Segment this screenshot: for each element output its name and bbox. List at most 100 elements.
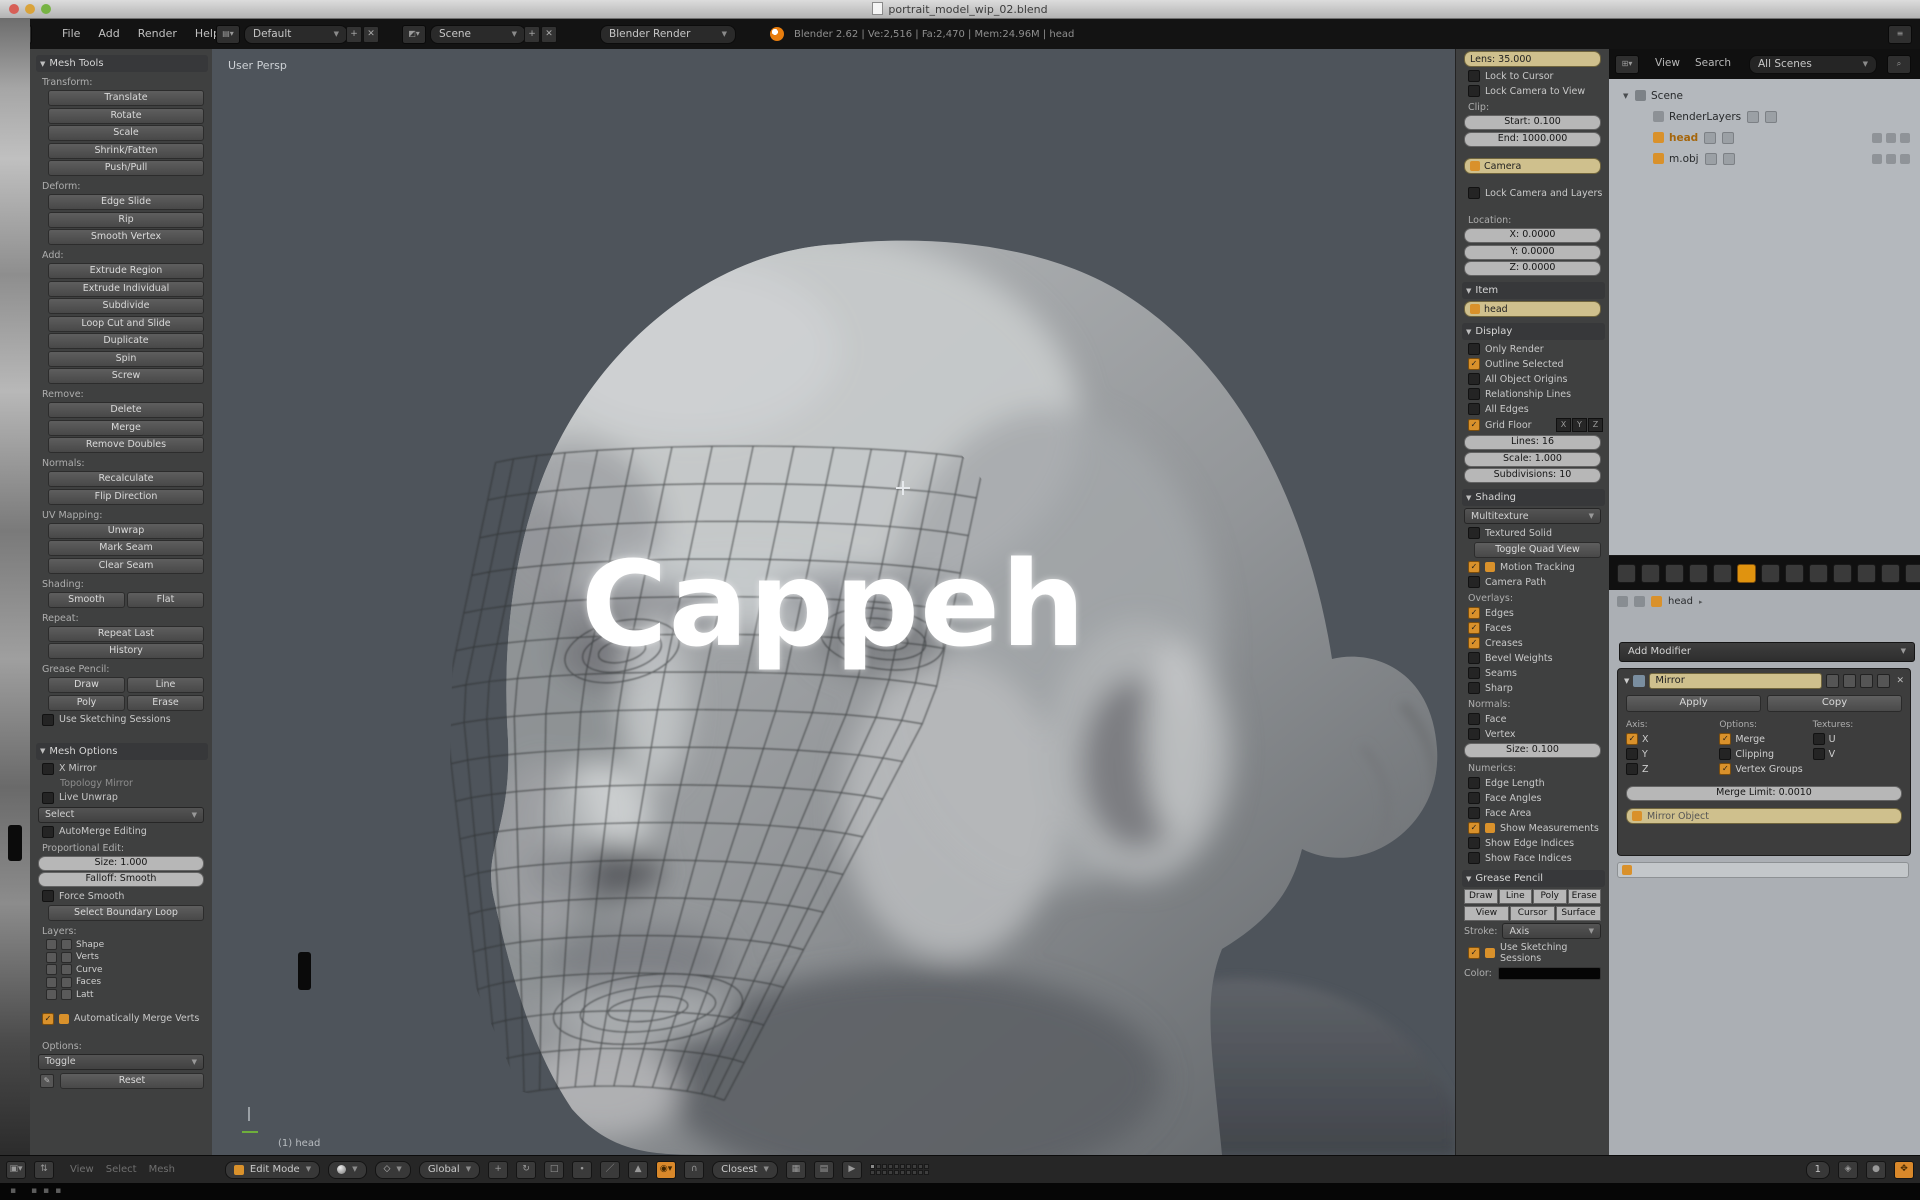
toolshelf-iconchk-automatically-merge-verts[interactable]: ✓Automatically Merge Verts xyxy=(42,1013,206,1025)
checkbox[interactable] xyxy=(1813,733,1825,745)
npanel-chk-face-angles[interactable]: Face Angles xyxy=(1468,792,1603,804)
layer-toggle[interactable] xyxy=(888,1164,893,1169)
layer-toggle[interactable] xyxy=(888,1170,893,1175)
npanel-chk-vertex[interactable]: Vertex xyxy=(1468,728,1603,740)
toolshelf-iconlist-verts[interactable]: Verts xyxy=(46,952,206,963)
outliner-search-menu[interactable]: Search xyxy=(1695,57,1731,69)
npanel-field-z-0-0000[interactable]: Z: 0.0000 xyxy=(1464,261,1601,276)
tab-object[interactable] xyxy=(1689,564,1708,583)
toolshelf-drop-toggle[interactable]: Toggle▼ xyxy=(38,1054,204,1070)
layer-toggle[interactable] xyxy=(918,1170,923,1175)
toolshelf-btn-merge[interactable]: Merge xyxy=(48,420,204,436)
npanel-fieldy-camera[interactable]: Camera xyxy=(1464,158,1601,174)
npanel-head-item[interactable]: ▼Item xyxy=(1462,282,1605,299)
toolshelf-btn-flip-direction[interactable]: Flip Direction xyxy=(48,489,204,505)
toolshelf-head-mesh-tools[interactable]: ▼Mesh Tools xyxy=(36,55,208,72)
toolshelf-btn-rip[interactable]: Rip xyxy=(48,212,204,228)
editmode-visibility-toggle[interactable] xyxy=(1860,674,1873,688)
toolshelf-btn-shrink-fatten[interactable]: Shrink/Fatten xyxy=(48,143,204,159)
layer-toggle[interactable] xyxy=(900,1164,905,1169)
list-icon[interactable] xyxy=(61,939,72,950)
toolshelf-chk-live-unwrap[interactable]: Live Unwrap xyxy=(42,792,206,804)
npanel-button-cursor[interactable]: Cursor xyxy=(1510,906,1555,921)
tab-world[interactable] xyxy=(1665,564,1684,583)
checkbox[interactable]: ✓ xyxy=(1468,419,1480,431)
npanel-gridrow-grid-floor[interactable]: ✓Grid FloorXYZ xyxy=(1468,418,1603,432)
toolshelf-chk-use-sketching-sessions[interactable]: Use Sketching Sessions xyxy=(42,714,206,726)
checkbox[interactable] xyxy=(42,714,54,726)
npanel-fieldy-head[interactable]: head xyxy=(1464,301,1601,317)
layer-toggle[interactable] xyxy=(912,1164,917,1169)
list-icon[interactable] xyxy=(61,977,72,988)
checkbox[interactable] xyxy=(1468,682,1480,694)
npanel-button-view[interactable]: View xyxy=(1464,906,1509,921)
viewport-editor-type-icon[interactable]: ▣▾ xyxy=(6,1161,26,1179)
tab-custom[interactable] xyxy=(1881,564,1900,583)
npanel-chk-show-edge-indices[interactable]: Show Edge Indices xyxy=(1468,837,1603,849)
toolshelf-button-erase[interactable]: Erase xyxy=(127,695,204,711)
list-icon[interactable] xyxy=(46,964,57,975)
checkbox[interactable] xyxy=(1468,388,1480,400)
screen-layout-icon[interactable]: ▤▾ xyxy=(216,25,240,44)
checkbox[interactable] xyxy=(1626,763,1638,775)
checkbox[interactable]: ✓ xyxy=(1719,733,1731,745)
toolshelf-button-smooth[interactable]: Smooth xyxy=(48,592,125,608)
checkbox[interactable] xyxy=(1719,748,1731,760)
mirror-object-field[interactable]: Mirror Object xyxy=(1626,808,1902,824)
npanel-field-y-0-0000[interactable]: Y: 0.0000 xyxy=(1464,245,1601,260)
toolshelf-button-reset[interactable]: Reset xyxy=(60,1073,204,1089)
toolshelf-btn-extrude-region[interactable]: Extrude Region xyxy=(48,263,204,279)
expand-arrow[interactable]: ▼ xyxy=(1624,677,1629,685)
npanel-head-grease-pencil[interactable]: ▼Grease Pencil xyxy=(1462,870,1605,887)
npanel-field-x-0-0000[interactable]: X: 0.0000 xyxy=(1464,228,1601,243)
menu-file[interactable]: File xyxy=(62,27,80,40)
checkbox[interactable] xyxy=(1626,748,1638,760)
add-modifier-dropdown[interactable]: Add Modifier▼ xyxy=(1619,642,1915,662)
layer-toggle[interactable] xyxy=(900,1170,905,1175)
npanel-chk-edges[interactable]: ✓Edges xyxy=(1468,607,1603,619)
outliner-item-renderlayers[interactable]: RenderLayers xyxy=(1609,106,1920,127)
npanel-chk-all-edges[interactable]: All Edges xyxy=(1468,403,1603,415)
outliner-editor-type-icon[interactable]: ⊞▾ xyxy=(1615,55,1639,74)
checkbox[interactable]: ✓ xyxy=(1468,607,1480,619)
toolshelf-btn-remove-doubles[interactable]: Remove Doubles xyxy=(48,437,204,453)
layer-toggle[interactable] xyxy=(912,1170,917,1175)
modifier-name-field[interactable]: Mirror xyxy=(1649,673,1822,689)
toolshelf-chk-force-smooth[interactable]: Force Smooth xyxy=(42,890,206,902)
toolshelf-btn-select-boundary-loop[interactable]: Select Boundary Loop xyxy=(48,905,204,921)
modifier-option-x[interactable]: ✓X xyxy=(1626,733,1715,745)
npanel-chk-relationship-lines[interactable]: Relationship Lines xyxy=(1468,388,1603,400)
toolshelf-button-flat[interactable]: Flat xyxy=(127,592,204,608)
pivot-point-dropdown[interactable]: ◇ ▼ xyxy=(375,1161,411,1179)
npanel-button-erase[interactable]: Erase xyxy=(1568,889,1602,904)
list-icon[interactable] xyxy=(61,952,72,963)
screen-layout-dropdown[interactable]: Default▼ xyxy=(244,25,348,44)
toolshelf-button-line[interactable]: Line xyxy=(127,677,204,693)
toolshelf-button-poly[interactable]: Poly xyxy=(48,695,125,711)
checkbox[interactable]: ✓ xyxy=(1468,622,1480,634)
tab-texture[interactable] xyxy=(1809,564,1828,583)
npanel-axis-z[interactable]: Z xyxy=(1588,418,1603,432)
layer-toggle[interactable] xyxy=(870,1164,875,1169)
modifier-option-v[interactable]: V xyxy=(1813,748,1902,760)
toolshelf-btn-subdivide[interactable]: Subdivide xyxy=(48,298,204,314)
apply-button[interactable]: Apply xyxy=(1626,695,1761,712)
checkbox[interactable] xyxy=(1468,728,1480,740)
npanel-button-surface[interactable]: Surface xyxy=(1556,906,1601,921)
vertex-select-icon[interactable]: ∙ xyxy=(572,1161,592,1179)
toolshelf-btn-recalculate[interactable]: Recalculate xyxy=(48,471,204,487)
toolshelf-btn-delete[interactable]: Delete xyxy=(48,402,204,418)
scene-icon[interactable]: ◩▾ xyxy=(402,25,426,44)
outliner-item-m-obj[interactable]: m.obj xyxy=(1609,148,1920,169)
outliner-view-menu[interactable]: View xyxy=(1655,57,1680,69)
outliner-filter-icon[interactable]: ⌕ xyxy=(1887,55,1911,74)
checkbox[interactable] xyxy=(1468,187,1480,199)
npanel-chk-all-object-origins[interactable]: All Object Origins xyxy=(1468,373,1603,385)
add-scene-button[interactable]: + xyxy=(524,26,540,43)
npanel-axis-y[interactable]: Y xyxy=(1572,418,1587,432)
toolshelf-btn-screw[interactable]: Screw xyxy=(48,368,204,384)
checkbox[interactable] xyxy=(1468,85,1480,97)
proportional-edit-icon[interactable]: ◉▾ xyxy=(656,1161,676,1179)
npanel-chk-only-render[interactable]: Only Render xyxy=(1468,343,1603,355)
tab-particles[interactable] xyxy=(1833,564,1852,583)
